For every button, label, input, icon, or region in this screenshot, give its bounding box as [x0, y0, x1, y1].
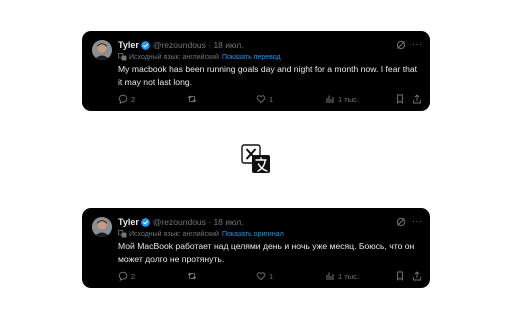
translation-source-label: Исходный язык: английский: [129, 230, 219, 238]
bookmark-button[interactable]: [395, 270, 408, 282]
retweet-button[interactable]: [187, 93, 200, 105]
tweet-actions: 2 1 1 тыс.: [118, 270, 421, 282]
translate-icon: [118, 53, 127, 61]
show-original-link[interactable]: Показать оригинал: [222, 231, 284, 238]
translation-source-label: Исходный язык: английский: [129, 53, 219, 61]
share-icon: [413, 94, 421, 104]
avatar[interactable]: [92, 40, 112, 60]
views-icon: [326, 272, 334, 280]
retweet-icon: [187, 95, 197, 103]
reply-icon: [118, 271, 128, 281]
like-count: 1: [269, 94, 274, 104]
like-count: 1: [269, 271, 274, 281]
show-translation-link[interactable]: Показать перевод: [222, 54, 281, 61]
author-name[interactable]: Tyler: [118, 217, 139, 227]
reply-count: 2: [131, 271, 136, 281]
like-icon: [256, 95, 266, 104]
translate-icon: [118, 230, 127, 238]
tweet-card[interactable]: Tyler @rezoundous · 18 июл. ··· Исходный…: [82, 208, 430, 288]
like-icon: [256, 272, 266, 281]
views-count: 1 тыс.: [338, 271, 359, 281]
reply-count: 2: [131, 94, 136, 104]
share-icon: [413, 271, 421, 281]
reply-button[interactable]: 2: [118, 270, 135, 282]
bookmark-icon: [397, 94, 403, 104]
views-count: 1 тыс.: [338, 94, 359, 104]
bookmark-button[interactable]: [395, 93, 408, 105]
grok-icon[interactable]: [396, 217, 406, 227]
verified-badge-icon: [141, 40, 150, 50]
retweet-icon: [187, 272, 197, 280]
share-button[interactable]: [412, 270, 425, 282]
tweet-text: My macbook has been running goals day an…: [118, 64, 418, 87]
handle-and-time[interactable]: @rezoundous · 18 июл.: [153, 217, 244, 227]
views-button[interactable]: 1 тыс.: [325, 93, 359, 105]
x-translate-logo-icon: [241, 144, 270, 173]
tweet-actions: 2 1 1 тыс.: [118, 93, 421, 105]
tweet-text: Мой MacBook работает над целями день и н…: [118, 241, 415, 264]
retweet-button[interactable]: [187, 270, 200, 282]
more-icon[interactable]: ···: [412, 216, 424, 226]
author-name[interactable]: Tyler: [118, 40, 139, 50]
views-icon: [326, 95, 334, 103]
handle-and-time[interactable]: @rezoundous · 18 июл.: [153, 40, 244, 50]
views-button[interactable]: 1 тыс.: [325, 270, 359, 282]
like-button[interactable]: 1: [256, 270, 273, 282]
tweet-card[interactable]: Tyler @rezoundous · 18 июл. ··· Исходный…: [82, 31, 430, 111]
like-button[interactable]: 1: [256, 93, 273, 105]
bookmark-icon: [397, 271, 403, 281]
share-button[interactable]: [412, 93, 425, 105]
reply-button[interactable]: 2: [118, 93, 135, 105]
avatar[interactable]: [92, 217, 112, 237]
grok-icon[interactable]: [396, 40, 406, 50]
reply-icon: [118, 94, 128, 104]
verified-badge-icon: [141, 217, 150, 227]
more-icon[interactable]: ···: [412, 39, 424, 49]
